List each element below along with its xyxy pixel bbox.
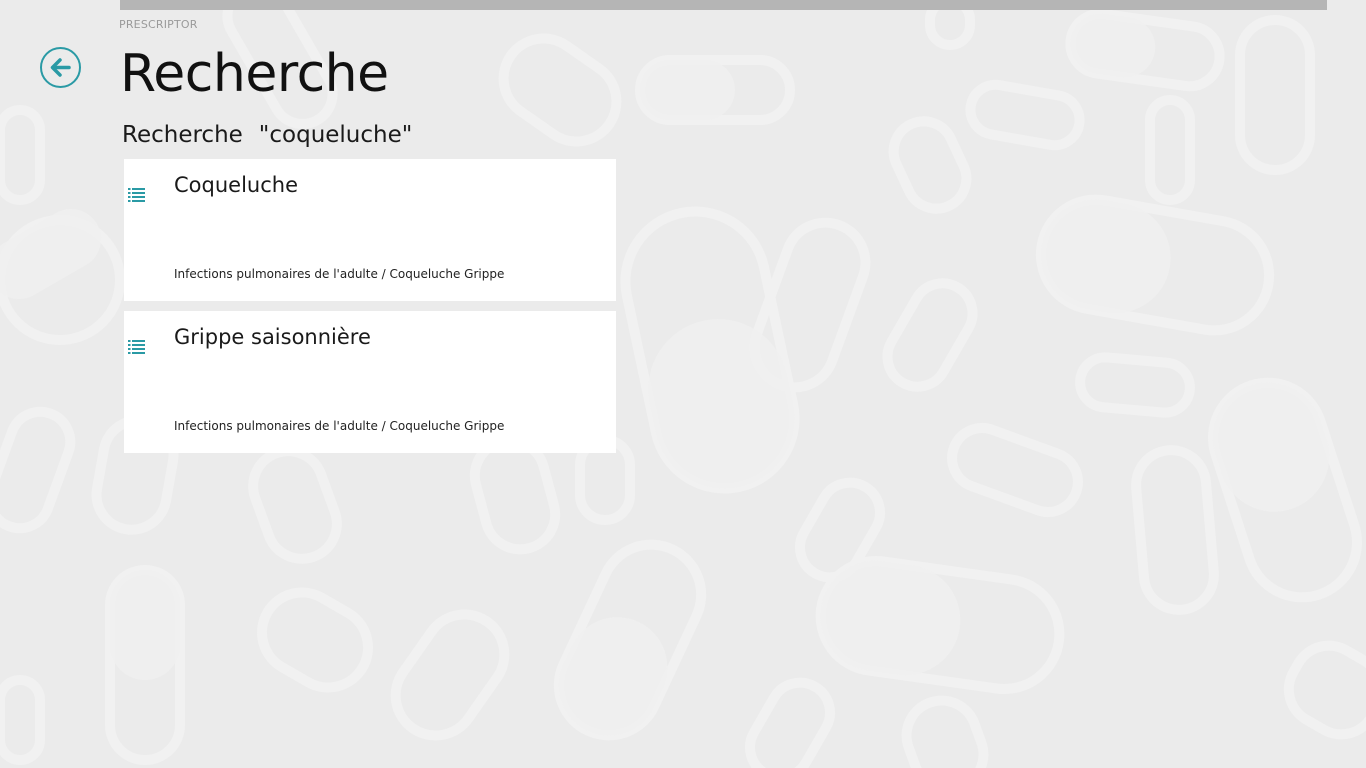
top-progress-bar (120, 0, 1327, 10)
list-icon (128, 340, 145, 354)
result-path: Infections pulmonaires de l'adulte / Coq… (174, 267, 505, 281)
back-button[interactable] (40, 47, 81, 88)
result-title: Coqueluche (174, 173, 298, 197)
result-card-coqueluche[interactable]: Coqueluche Infections pulmonaires de l'a… (124, 159, 616, 301)
page-title: Recherche (120, 44, 389, 104)
app-name: PRESCRIPTOR (119, 18, 198, 31)
search-query-line: Recherche "coqueluche" (122, 122, 412, 148)
arrow-left-icon (50, 58, 71, 77)
search-results-list: Coqueluche Infections pulmonaires de l'a… (124, 159, 616, 463)
search-query-value: "coqueluche" (258, 122, 413, 148)
result-path: Infections pulmonaires de l'adulte / Coq… (174, 419, 505, 433)
search-label: Recherche (122, 122, 243, 148)
list-icon (128, 188, 145, 202)
result-title: Grippe saisonnière (174, 325, 371, 349)
result-card-grippe-saisonniere[interactable]: Grippe saisonnière Infections pulmonaire… (124, 311, 616, 453)
